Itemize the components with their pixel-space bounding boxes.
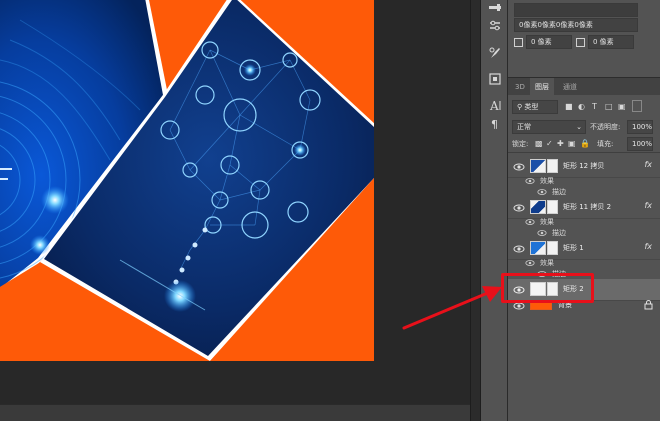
layer-name: 矩形 12 拷贝 (563, 162, 605, 170)
tab-3d[interactable]: 3D (510, 78, 530, 96)
horizontal-scrollbar[interactable] (0, 404, 472, 421)
smart-object-filter-icon[interactable]: ▣ (618, 102, 626, 112)
lock-icon (644, 300, 653, 310)
properties-top-field[interactable] (514, 3, 638, 17)
eye-icon[interactable] (513, 202, 525, 214)
svg-text:A: A (489, 99, 499, 112)
annotation-arrow (402, 286, 502, 330)
layer-name: 矩形 1 (563, 244, 584, 252)
panel-icon-strip: A ¶ (480, 0, 508, 421)
workspace (0, 0, 472, 421)
layer-name: 矩形 11 拷贝 2 (563, 203, 612, 211)
document-canvas[interactable] (0, 0, 374, 361)
blend-mode-select[interactable]: 正常 ⌄ (512, 120, 586, 134)
pixel-filter-icon[interactable]: ■ (565, 102, 573, 112)
fill-label: 填充: (597, 140, 614, 148)
link-radius-checkbox[interactable] (514, 38, 523, 47)
eye-icon[interactable] (513, 161, 525, 173)
radius-field-a[interactable]: 0 像素 (526, 35, 572, 49)
fx-icon[interactable]: fx (644, 160, 652, 169)
eye-icon[interactable] (525, 217, 535, 227)
adjustment-filter-icon[interactable]: ◐ (578, 102, 585, 112)
layer-mask-thumbnail (547, 241, 558, 255)
search-icon: ⚲ (517, 103, 523, 111)
type-filter-icon[interactable]: T (592, 102, 597, 112)
svg-text:¶: ¶ (491, 118, 498, 130)
properties-icon[interactable] (486, 20, 504, 36)
lock-artboard-icon[interactable]: ▣ (568, 139, 576, 149)
lock-all-icon[interactable]: 🔒 (580, 139, 590, 149)
eye-icon[interactable] (513, 243, 525, 255)
filter-toggle[interactable] (632, 100, 642, 112)
layer-thumbnail (530, 200, 546, 214)
filter-kind-label: 类型 (524, 103, 539, 111)
radius-field-b[interactable]: 0 像素 (588, 35, 634, 49)
photoshop-window: A ¶ 0像素0像素0像素0像素 0 像素 0 像素 3D 图层 通道 ⚲ 类型… (0, 0, 660, 421)
opacity-label: 不透明度: (590, 123, 621, 131)
paragraph-icon[interactable]: ¶ (486, 116, 504, 132)
blend-mode-label: 正常 (517, 123, 531, 131)
eye-icon[interactable] (537, 187, 547, 197)
layer-thumbnail (530, 241, 546, 255)
chevron-down-icon: ⌄ (576, 123, 582, 131)
text-tool-icon[interactable]: A (486, 98, 504, 114)
brush-tool-icon[interactable] (486, 46, 504, 62)
lock-transparent-icon[interactable]: ▩ (535, 139, 543, 149)
eye-icon[interactable] (537, 228, 547, 238)
swatch-tool-icon[interactable] (486, 0, 504, 16)
tab-channels[interactable]: 通道 (558, 78, 582, 96)
eye-icon[interactable] (525, 258, 535, 268)
tab-layers[interactable]: 图层 (530, 78, 554, 96)
layer-filter-select[interactable]: ⚲ 类型 (512, 100, 558, 114)
clone-source-icon[interactable] (486, 72, 504, 88)
vertical-scrollbar[interactable] (470, 0, 480, 421)
eye-icon[interactable] (525, 176, 535, 186)
layers-tabbar: 3D 图层 通道 (508, 77, 660, 96)
canvas-artwork (0, 0, 374, 361)
layer-mask-thumbnail (547, 200, 558, 214)
fill-input[interactable]: 100% (627, 137, 653, 151)
corner-checkbox[interactable] (576, 38, 585, 47)
opacity-input[interactable]: 100% (627, 120, 653, 134)
lock-label: 锁定: (512, 140, 529, 148)
corner-radius-field[interactable]: 0像素0像素0像素0像素 (514, 18, 638, 32)
shape-filter-icon[interactable]: □ (605, 102, 613, 112)
layer-mask-thumbnail (547, 159, 558, 173)
properties-and-layers-panels: 0像素0像素0像素0像素 0 像素 0 像素 3D 图层 通道 ⚲ 类型 ■ ◐… (508, 0, 660, 421)
layer-thumbnail (530, 159, 546, 173)
annotation-highlight-box (501, 273, 594, 303)
fx-icon[interactable]: fx (644, 201, 652, 210)
lock-position-icon[interactable]: ✚ (557, 139, 564, 149)
fx-icon[interactable]: fx (644, 242, 652, 251)
lock-pixels-icon[interactable]: ✓ (546, 139, 553, 149)
